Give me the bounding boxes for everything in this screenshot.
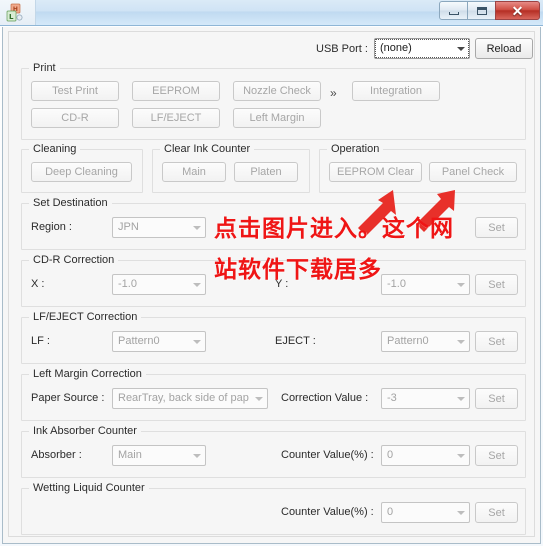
deep-cleaning-button[interactable]: Deep Cleaning xyxy=(31,162,132,182)
clear-ink-counter-group: Clear Ink Counter Main Platen xyxy=(152,143,310,193)
clear-ink-counter-group-label: Clear Ink Counter xyxy=(160,143,255,156)
absorber-value: Main xyxy=(118,449,142,461)
print-group-label: Print xyxy=(29,62,60,75)
dialog-panel: USB Port : (none) Reload Print Test Prin… xyxy=(8,31,535,537)
window-controls: ✕ xyxy=(439,1,540,20)
paper-source-value: RearTray, back side of pap xyxy=(118,392,249,404)
lf-label: LF : xyxy=(31,335,50,347)
wetting-liquid-set-button[interactable]: Set xyxy=(475,502,518,523)
chevron-down-icon xyxy=(452,275,469,294)
left-margin-correction-group: Left Margin Correction Paper Source : Re… xyxy=(21,368,526,421)
eeprom-button[interactable]: EEPROM xyxy=(132,81,220,101)
chevron-down-icon xyxy=(188,218,205,237)
set-destination-group-label: Set Destination xyxy=(29,197,112,210)
paper-source-select[interactable]: RearTray, back side of pap xyxy=(112,388,268,409)
usb-port-select[interactable]: (none) xyxy=(374,38,470,59)
lf-eject-set-button[interactable]: Set xyxy=(475,331,518,352)
test-print-button[interactable]: Test Print xyxy=(31,81,119,101)
ink-counter-platen-button[interactable]: Platen xyxy=(234,162,298,182)
service-tool-window: H L ✕ USB Port : (none) Reload Print Tes… xyxy=(0,0,543,546)
lf-eject-correction-group: LF/EJECT Correction LF : Pattern0 EJECT … xyxy=(21,311,526,364)
integration-button[interactable]: Integration xyxy=(352,81,440,101)
print-group: Print Test Print EEPROM Nozzle Check » I… xyxy=(21,62,526,140)
cdr-y-value: -1.0 xyxy=(387,278,406,290)
close-icon: ✕ xyxy=(511,2,524,19)
cdr-x-label: X : xyxy=(31,278,45,290)
paper-source-label: Paper Source : xyxy=(31,392,105,404)
absorber-counter-value-label: Counter Value(%) : xyxy=(281,449,374,461)
absorber-label: Absorber : xyxy=(31,449,82,461)
wetting-counter-value-select[interactable]: 0 xyxy=(381,502,470,523)
cdr-correction-group: CD-R Correction X : -1.0 Y : -1.0 Set xyxy=(21,254,526,307)
printer-service-tool-icon: H L xyxy=(6,3,23,22)
maximize-icon xyxy=(476,6,487,15)
region-value: JPN xyxy=(118,221,139,233)
chevron-down-icon xyxy=(452,503,469,522)
set-destination-set-button[interactable]: Set xyxy=(475,217,518,238)
set-destination-group: Set Destination Region : JPN Set xyxy=(21,197,526,250)
lf-eject-correction-group-label: LF/EJECT Correction xyxy=(29,311,142,324)
wetting-counter-value: 0 xyxy=(387,506,394,518)
minimize-icon xyxy=(448,11,459,15)
minimize-button[interactable] xyxy=(439,1,468,20)
chevron-right-icon: » xyxy=(330,86,337,100)
nozzle-check-button[interactable]: Nozzle Check xyxy=(233,81,321,101)
cleaning-group: Cleaning Deep Cleaning xyxy=(21,143,143,193)
left-margin-button[interactable]: Left Margin xyxy=(233,108,321,128)
cdr-correction-set-button[interactable]: Set xyxy=(475,274,518,295)
chevron-down-icon xyxy=(250,389,267,408)
wetting-counter-value-label: Counter Value(%) : xyxy=(281,506,374,518)
left-margin-correction-group-label: Left Margin Correction xyxy=(29,368,146,381)
ink-absorber-counter-group: Ink Absorber Counter Absorber : Main Cou… xyxy=(21,425,526,478)
eject-value: Pattern0 xyxy=(387,335,429,347)
correction-value-label: Correction Value : xyxy=(281,392,369,404)
cdr-y-select[interactable]: -1.0 xyxy=(381,274,470,295)
maximize-button[interactable] xyxy=(467,1,496,20)
cdr-x-select[interactable]: -1.0 xyxy=(112,274,206,295)
operation-group: Operation EEPROM Clear Panel Check xyxy=(319,143,526,193)
absorber-counter-value: 0 xyxy=(387,449,394,461)
wetting-liquid-counter-group: Wetting Liquid Counter Counter Value(%) … xyxy=(21,482,526,535)
ink-counter-main-button[interactable]: Main xyxy=(162,162,226,182)
close-button[interactable]: ✕ xyxy=(495,1,540,20)
chevron-down-icon xyxy=(188,332,205,351)
chevron-down-icon xyxy=(452,39,469,58)
client-area: USB Port : (none) Reload Print Test Prin… xyxy=(2,27,541,544)
svg-text:L: L xyxy=(9,13,14,21)
lf-select[interactable]: Pattern0 xyxy=(112,331,206,352)
region-label: Region : xyxy=(31,221,72,233)
absorber-select[interactable]: Main xyxy=(112,445,206,466)
chevron-down-icon xyxy=(452,446,469,465)
correction-value: -3 xyxy=(387,392,397,404)
lf-value: Pattern0 xyxy=(118,335,160,347)
region-select[interactable]: JPN xyxy=(112,217,206,238)
usb-port-value: (none) xyxy=(380,42,412,54)
cleaning-group-label: Cleaning xyxy=(29,143,81,156)
usb-port-label: USB Port : xyxy=(316,43,368,55)
cdr-x-value: -1.0 xyxy=(118,278,137,290)
cdr-y-label: Y : xyxy=(275,278,289,290)
chevron-down-icon xyxy=(452,389,469,408)
wetting-liquid-counter-group-label: Wetting Liquid Counter xyxy=(29,482,149,495)
eeprom-clear-button[interactable]: EEPROM Clear xyxy=(329,162,422,182)
left-margin-set-button[interactable]: Set xyxy=(475,388,518,409)
title-bar[interactable]: H L ✕ xyxy=(0,0,543,26)
reload-button[interactable]: Reload xyxy=(475,38,533,59)
eject-select[interactable]: Pattern0 xyxy=(381,331,470,352)
cd-r-button[interactable]: CD-R xyxy=(31,108,119,128)
chevron-down-icon xyxy=(452,332,469,351)
ink-absorber-counter-group-label: Ink Absorber Counter xyxy=(29,425,141,438)
lf-eject-button[interactable]: LF/EJECT xyxy=(132,108,220,128)
chevron-down-icon xyxy=(188,275,205,294)
operation-group-label: Operation xyxy=(327,143,384,156)
chevron-down-icon xyxy=(188,446,205,465)
correction-value-select[interactable]: -3 xyxy=(381,388,470,409)
ink-absorber-set-button[interactable]: Set xyxy=(475,445,518,466)
panel-check-button[interactable]: Panel Check xyxy=(429,162,517,182)
eject-label: EJECT : xyxy=(275,335,316,347)
cdr-correction-group-label: CD-R Correction xyxy=(29,254,119,267)
absorber-counter-value-select[interactable]: 0 xyxy=(381,445,470,466)
